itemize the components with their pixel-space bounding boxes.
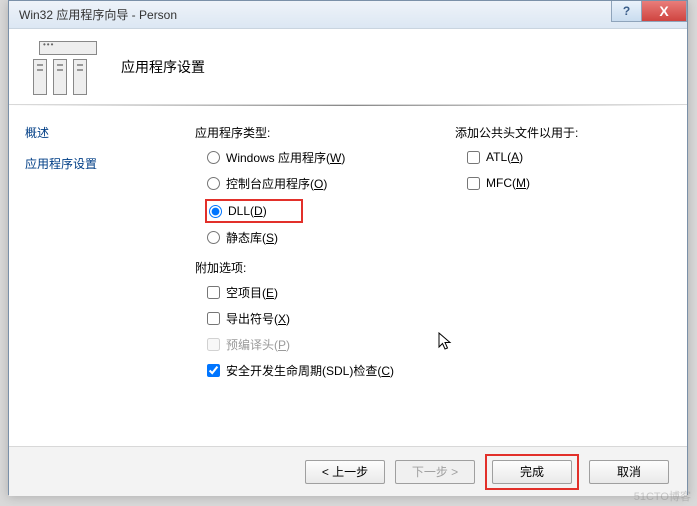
radio-dll[interactable]: DLL(D) xyxy=(209,202,299,220)
close-button[interactable]: X xyxy=(641,1,687,22)
check-precompiled-header: 预编译头(P) xyxy=(195,334,455,354)
sidebar: 概述 应用程序设置 xyxy=(9,106,179,446)
check-empty-project[interactable]: 空项目(E) xyxy=(195,282,455,302)
main-panel: 应用程序类型: Windows 应用程序(W) 控制台应用程序(O) DLL(D… xyxy=(179,106,687,446)
wizard-dialog: Win32 应用程序向导 - Person ? X 应用程序设置 概述 应用程序… xyxy=(8,0,688,495)
radio-static-lib-input[interactable] xyxy=(207,231,220,244)
check-label: ATL(A) xyxy=(486,150,523,164)
window-title: Win32 应用程序向导 - Person xyxy=(19,6,177,23)
radio-windows-app[interactable]: Windows 应用程序(W) xyxy=(195,147,455,167)
left-column: 应用程序类型: Windows 应用程序(W) 控制台应用程序(O) DLL(D… xyxy=(195,124,455,386)
radio-static-lib[interactable]: 静态库(S) xyxy=(195,227,455,247)
radio-windows-app-input[interactable] xyxy=(207,151,220,164)
window-buttons: ? X xyxy=(611,1,687,22)
check-atl[interactable]: ATL(A) xyxy=(455,147,671,167)
check-precompiled-header-input xyxy=(207,338,220,351)
check-label: MFC(M) xyxy=(486,176,530,190)
radio-label: 控制台应用程序(O) xyxy=(226,175,327,192)
check-sdl-input[interactable] xyxy=(207,364,220,377)
radio-label: DLL(D) xyxy=(228,204,267,218)
titlebar[interactable]: Win32 应用程序向导 - Person ? X xyxy=(9,1,687,29)
check-empty-project-input[interactable] xyxy=(207,286,220,299)
right-column: 添加公共头文件以用于: ATL(A) MFC(M) xyxy=(455,124,671,386)
check-mfc[interactable]: MFC(M) xyxy=(455,173,671,193)
app-type-label: 应用程序类型: xyxy=(195,124,455,141)
check-label: 安全开发生命周期(SDL)检查(C) xyxy=(226,362,394,379)
prev-button[interactable]: < 上一步 xyxy=(305,460,385,484)
check-atl-input[interactable] xyxy=(467,151,480,164)
radio-console-app-input[interactable] xyxy=(207,177,220,190)
sidebar-item-overview[interactable]: 概述 xyxy=(19,124,169,141)
header-band: 应用程序设置 xyxy=(9,29,687,105)
check-export-symbols-input[interactable] xyxy=(207,312,220,325)
highlight-finish: 完成 xyxy=(485,454,579,490)
sidebar-item-settings[interactable]: 应用程序设置 xyxy=(19,155,169,172)
content-area: 概述 应用程序设置 应用程序类型: Windows 应用程序(W) 控制台应用程… xyxy=(9,106,687,446)
next-button: 下一步 > xyxy=(395,460,475,484)
radio-label: Windows 应用程序(W) xyxy=(226,149,345,166)
check-sdl[interactable]: 安全开发生命周期(SDL)检查(C) xyxy=(195,360,455,380)
radio-dll-input[interactable] xyxy=(209,205,222,218)
check-export-symbols[interactable]: 导出符号(X) xyxy=(195,308,455,328)
check-label: 预编译头(P) xyxy=(226,336,290,353)
finish-button[interactable]: 完成 xyxy=(492,460,572,484)
page-title: 应用程序设置 xyxy=(121,57,205,77)
cancel-button[interactable]: 取消 xyxy=(589,460,669,484)
radio-console-app[interactable]: 控制台应用程序(O) xyxy=(195,173,455,193)
headers-label: 添加公共头文件以用于: xyxy=(455,124,671,141)
check-label: 导出符号(X) xyxy=(226,310,290,327)
footer: < 上一步 下一步 > 完成 取消 xyxy=(9,446,687,496)
addl-opts-label: 附加选项: xyxy=(195,259,455,276)
highlight-dll: DLL(D) xyxy=(205,199,303,223)
help-button[interactable]: ? xyxy=(611,1,641,22)
wizard-icon xyxy=(25,39,105,95)
check-mfc-input[interactable] xyxy=(467,177,480,190)
check-label: 空项目(E) xyxy=(226,284,278,301)
radio-label: 静态库(S) xyxy=(226,229,278,246)
